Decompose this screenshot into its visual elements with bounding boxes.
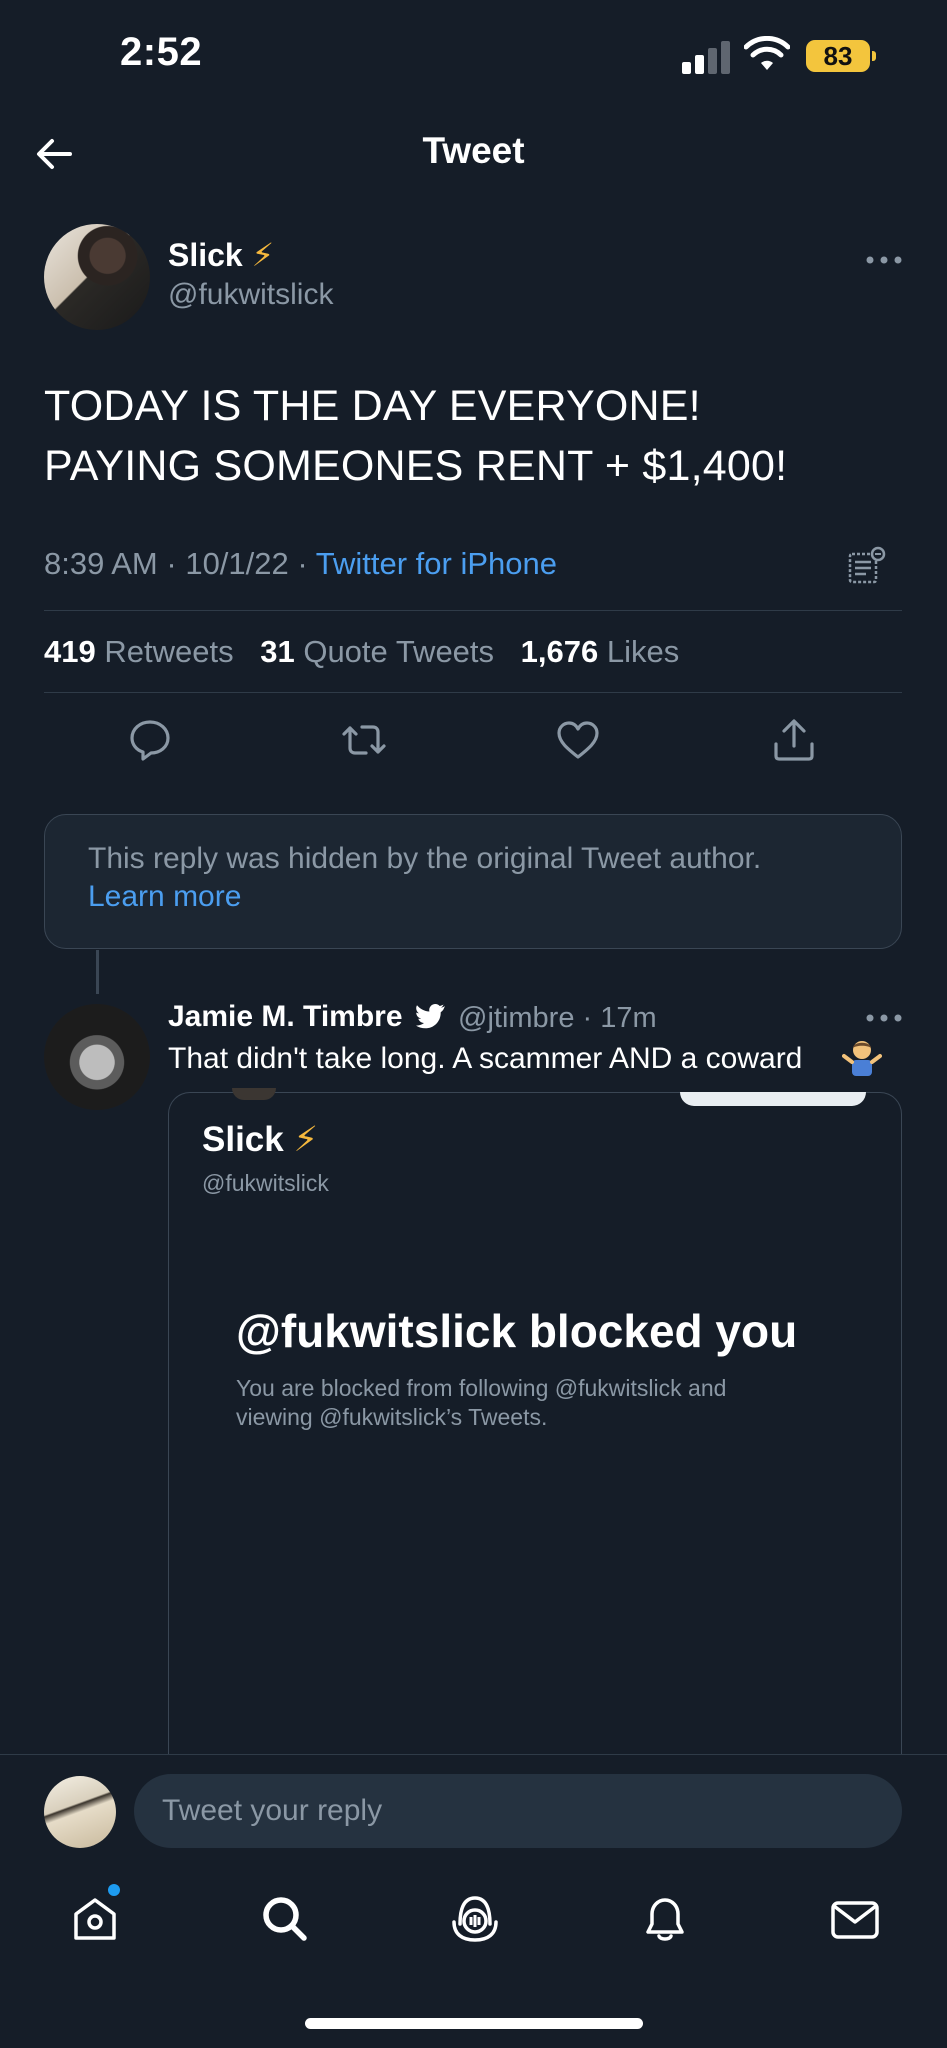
embed-profile-handle: @fukwitslick bbox=[202, 1170, 329, 1196]
reply-icon[interactable] bbox=[126, 716, 174, 764]
embed-avatar-edge bbox=[232, 1088, 276, 1100]
tweet-stats: 419 Retweets 31 Quote Tweets 1,676 Likes bbox=[44, 634, 679, 670]
separator: · bbox=[166, 546, 177, 581]
retweets-label[interactable]: Retweets bbox=[104, 634, 233, 669]
share-icon[interactable] bbox=[770, 716, 818, 764]
divider bbox=[0, 1754, 947, 1755]
embed-profile-name: Slick ⚡ bbox=[202, 1120, 318, 1160]
search-icon[interactable] bbox=[258, 1892, 312, 1946]
tweet-text: TODAY IS THE DAY EVERYONE! PAYING SOMEON… bbox=[44, 376, 904, 496]
spaces-icon[interactable] bbox=[448, 1892, 502, 1946]
author-avatar[interactable] bbox=[44, 224, 150, 330]
thread-line bbox=[96, 950, 99, 994]
like-icon[interactable] bbox=[554, 716, 602, 764]
divider bbox=[44, 692, 902, 693]
reply-author-name[interactable]: Jamie M. Timbre bbox=[168, 1000, 403, 1034]
reply-author-handle[interactable]: @jtimbre · 17m bbox=[458, 1002, 657, 1035]
separator: · bbox=[297, 546, 308, 581]
likes-count[interactable]: 1,676 bbox=[521, 634, 599, 669]
tweet-source-link[interactable]: Twitter for iPhone bbox=[316, 546, 557, 581]
battery-indicator: 83 bbox=[806, 40, 876, 72]
blocked-title: @fukwitslick blocked you bbox=[236, 1305, 798, 1357]
embed-button-edge bbox=[680, 1092, 866, 1106]
tweet-date: 10/1/22 bbox=[185, 546, 289, 581]
wifi-icon bbox=[744, 36, 790, 70]
battery-level: 83 bbox=[806, 40, 870, 72]
author-handle[interactable]: @fukwitslick bbox=[168, 278, 333, 312]
person-shrugging-emoji bbox=[842, 1041, 882, 1076]
tweet-text-line: TODAY IS THE DAY EVERYONE! bbox=[44, 382, 701, 430]
hidden-reply-text: This reply was hidden by the original Tw… bbox=[88, 842, 762, 875]
home-notification-dot bbox=[108, 1884, 120, 1896]
likes-label[interactable]: Likes bbox=[607, 634, 679, 669]
page-title: Tweet bbox=[422, 130, 525, 171]
retweets-count[interactable]: 419 bbox=[44, 634, 96, 669]
embed-profile-name-text: Slick bbox=[202, 1120, 284, 1159]
tweet-text-line: PAYING SOMEONES RENT + $1,400! bbox=[44, 442, 788, 490]
lightning-emoji: ⚡ bbox=[251, 237, 275, 273]
my-avatar[interactable] bbox=[44, 1776, 116, 1848]
tweet-meta: 8:39 AM · 10/1/22 · Twitter for iPhone bbox=[44, 546, 557, 582]
reply-input[interactable] bbox=[134, 1774, 902, 1848]
reply-text: That didn't take long. A scammer AND a c… bbox=[168, 1042, 803, 1075]
home-icon[interactable] bbox=[68, 1892, 122, 1946]
learn-more-link[interactable]: Learn more bbox=[88, 880, 241, 914]
home-indicator bbox=[305, 2018, 643, 2029]
quote-tweets-label[interactable]: Quote Tweets bbox=[303, 634, 494, 669]
lightning-emoji: ⚡ bbox=[293, 1120, 319, 1159]
more-icon[interactable] bbox=[864, 250, 904, 270]
tweet-time: 8:39 AM bbox=[44, 546, 158, 581]
verified-bird-icon bbox=[416, 1004, 445, 1029]
divider bbox=[44, 610, 902, 611]
messages-icon[interactable] bbox=[828, 1892, 882, 1946]
cellular-signal-icon bbox=[682, 41, 730, 74]
status-time: 2:52 bbox=[120, 30, 203, 74]
quote-tweets-count[interactable]: 31 bbox=[260, 634, 294, 669]
retweet-icon[interactable] bbox=[340, 716, 388, 764]
reply-author-avatar[interactable] bbox=[44, 1004, 150, 1110]
blocked-description: You are blocked from following @fukwitsl… bbox=[236, 1375, 727, 1430]
author-name[interactable]: Slick ⚡ bbox=[168, 236, 274, 274]
notifications-icon[interactable] bbox=[638, 1892, 692, 1946]
more-icon[interactable] bbox=[864, 1008, 904, 1028]
author-name-text: Slick bbox=[168, 237, 243, 273]
analytics-icon[interactable] bbox=[846, 546, 886, 586]
